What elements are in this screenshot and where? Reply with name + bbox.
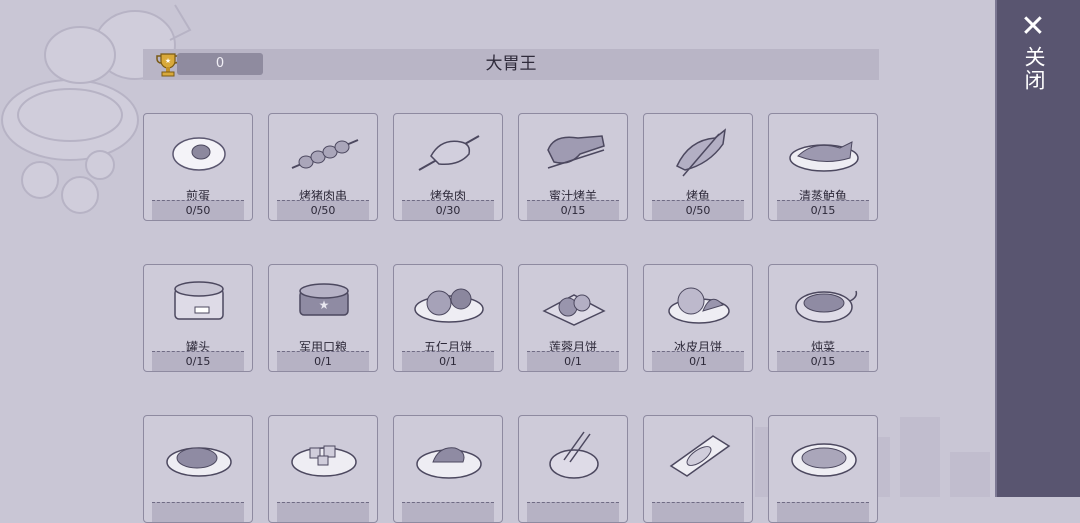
- food-progress-count: 0/1: [402, 351, 494, 371]
- food-card[interactable]: 蜜汁烤羊 0/15: [518, 113, 628, 221]
- honey-lamb-icon: [547, 135, 605, 169]
- food-card[interactable]: [393, 415, 503, 523]
- roast-rabbit-icon: [418, 135, 480, 171]
- food-progress-count: 0/50: [277, 200, 369, 220]
- soup-plate-icon: [791, 443, 857, 477]
- food-progress-count: 0/50: [152, 200, 244, 220]
- close-icon[interactable]: ✕: [1020, 12, 1046, 42]
- five-nut-mooncake-icon: [414, 288, 484, 323]
- food-progress-count: 0/15: [777, 200, 869, 220]
- steak-icon: [166, 447, 232, 477]
- food-card[interactable]: 烤猪肉串 0/50: [268, 113, 378, 221]
- food-progress-count: [277, 502, 369, 522]
- food-progress-count: [527, 502, 619, 522]
- food-progress-count: 0/1: [652, 351, 744, 371]
- food-card[interactable]: 炖菜 0/15: [768, 264, 878, 372]
- fried-egg-icon: [172, 137, 226, 171]
- dumpling-plate-icon: [669, 435, 731, 477]
- pork-skewer-icon: [291, 139, 359, 169]
- food-card[interactable]: 煎蛋 0/50: [143, 113, 253, 221]
- food-progress-count: [777, 502, 869, 522]
- food-progress-count: 0/30: [402, 200, 494, 220]
- food-progress-count: 0/15: [527, 200, 619, 220]
- food-card[interactable]: 莲蓉月饼 0/1: [518, 264, 628, 372]
- tofu-dish-icon: [291, 445, 357, 477]
- food-progress-count: [152, 502, 244, 522]
- food-progress-count: 0/15: [777, 351, 869, 371]
- stew-icon: [795, 290, 858, 323]
- food-card[interactable]: 五仁月饼 0/1: [393, 264, 503, 372]
- noodle-bowl-icon: [549, 431, 599, 479]
- food-card[interactable]: 罐头 0/15: [143, 264, 253, 372]
- food-card[interactable]: [643, 415, 753, 523]
- plated-meat-icon: [416, 447, 482, 479]
- header-bar: ★ 0 大胃王: [143, 49, 879, 80]
- food-card[interactable]: 冰皮月饼 0/1: [643, 264, 753, 372]
- svg-text:★: ★: [319, 298, 330, 312]
- close-panel[interactable]: ✕ 关闭: [995, 0, 1080, 497]
- military-ration-icon: ★: [299, 283, 349, 316]
- food-card[interactable]: [518, 415, 628, 523]
- food-progress-count: [402, 502, 494, 522]
- close-button-label[interactable]: 关闭: [1019, 46, 1049, 92]
- lotus-mooncake-icon: [542, 294, 606, 326]
- food-card[interactable]: ★ 军用口粮 0/1: [268, 264, 378, 372]
- food-progress-count: 0/15: [152, 351, 244, 371]
- steamed-bass-icon: [789, 141, 859, 172]
- canned-food-icon: [174, 281, 224, 320]
- food-card[interactable]: 烤兔肉 0/30: [393, 113, 503, 221]
- food-card[interactable]: 清蒸鲈鱼 0/15: [768, 113, 878, 221]
- food-card[interactable]: [768, 415, 878, 523]
- snowskin-mooncake-icon: [668, 287, 730, 324]
- food-progress-count: 0/50: [652, 200, 744, 220]
- food-card[interactable]: [143, 415, 253, 523]
- food-progress-count: 0/1: [527, 351, 619, 371]
- food-progress-count: [652, 502, 744, 522]
- grilled-fish-icon: [676, 128, 727, 177]
- food-card[interactable]: 烤鱼 0/50: [643, 113, 753, 221]
- food-card[interactable]: [268, 415, 378, 523]
- food-progress-count: 0/1: [277, 351, 369, 371]
- page-title: 大胃王: [485, 54, 537, 74]
